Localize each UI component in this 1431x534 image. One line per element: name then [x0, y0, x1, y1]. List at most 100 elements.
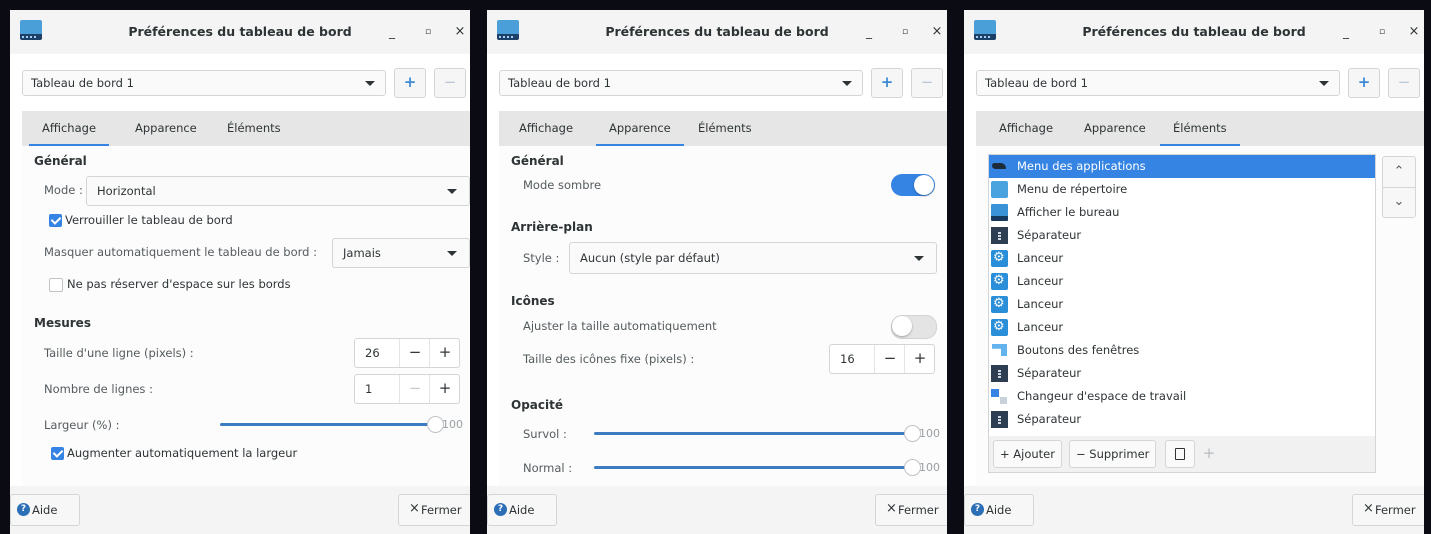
tab-appearance[interactable]: Apparence — [596, 121, 684, 147]
help-button[interactable]: ? Aide — [487, 494, 557, 526]
background-style-dropdown[interactable]: Aucun (style par défaut) — [569, 242, 937, 274]
add-launcher-icon[interactable]: + — [1195, 440, 1223, 466]
separator-icon — [991, 411, 1008, 428]
tab-appearance[interactable]: Apparence — [1081, 121, 1149, 135]
list-item[interactable]: Menu de répertoire — [989, 178, 1375, 201]
decrement-button[interactable]: − — [399, 339, 430, 367]
list-item[interactable]: Afficher le bureau — [989, 201, 1375, 224]
list-item[interactable]: Séparateur — [989, 224, 1375, 247]
add-item-button[interactable]: + Ajouter — [993, 440, 1062, 468]
no-reserve-space-checkbox[interactable] — [49, 278, 63, 292]
list-item[interactable]: Lanceur — [989, 270, 1375, 293]
row-size-spinner[interactable]: 26 − + — [354, 338, 460, 368]
close-window-button[interactable]: × — [927, 23, 947, 41]
auto-size-toggle[interactable] — [891, 315, 937, 339]
autohide-dropdown[interactable]: Jamais — [332, 238, 470, 268]
titlebar: Préférences du tableau de bord _ ▫ × — [964, 10, 1424, 54]
items-toolbar: + Ajouter − Supprimer + — [988, 436, 1376, 473]
close-window-button[interactable]: × — [450, 23, 470, 41]
close-label: Fermer — [1375, 503, 1416, 517]
tab-items[interactable]: Éléments — [1160, 121, 1240, 147]
increment-button[interactable]: + — [429, 375, 460, 403]
close-button[interactable]: × Fermer — [398, 494, 470, 526]
launcher-icon — [991, 249, 1008, 267]
dialog-footer: ? Aide × Fermer — [487, 486, 947, 534]
close-button[interactable]: × Fermer — [875, 494, 947, 526]
minimize-button[interactable]: _ — [1336, 23, 1356, 41]
rows-count-spinner[interactable]: 1 − + — [354, 374, 460, 404]
tab-display[interactable]: Affichage — [996, 121, 1056, 135]
width-value: 100 — [442, 418, 463, 431]
close-window-button[interactable]: × — [1404, 23, 1424, 41]
minimize-button[interactable]: _ — [859, 23, 879, 41]
panel-selector-value: Tableau de bord 1 — [508, 76, 611, 90]
list-item[interactable]: Changeur d'espace de travail — [989, 385, 1375, 408]
help-button[interactable]: ? Aide — [10, 494, 80, 526]
list-item[interactable]: Séparateur — [989, 408, 1375, 431]
remove-panel-button[interactable]: − — [911, 68, 943, 98]
move-up-button[interactable]: ⌃ — [1383, 157, 1415, 188]
auto-width-checkbox[interactable] — [51, 447, 64, 460]
panel-preferences-window-appearance: Préférences du tableau de bord _ ▫ × Tab… — [487, 10, 947, 534]
item-preferences-icon[interactable] — [1165, 440, 1195, 468]
workspace-switcher-icon — [991, 388, 1008, 405]
decrement-button[interactable]: − — [874, 345, 905, 373]
increment-button[interactable]: + — [904, 345, 935, 373]
list-item[interactable]: Séparateur — [989, 362, 1375, 385]
add-panel-button[interactable]: + — [871, 68, 903, 98]
separator-icon — [991, 227, 1008, 244]
list-item-label: Menu des applications — [1017, 159, 1146, 173]
dark-mode-label: Mode sombre — [523, 178, 602, 192]
panel-selector[interactable]: Tableau de bord 1 — [976, 70, 1340, 96]
close-button[interactable]: × Fermer — [1352, 494, 1424, 526]
list-item[interactable]: Boutons des fenêtres — [989, 339, 1375, 362]
maximize-button[interactable]: ▫ — [1372, 23, 1392, 41]
decrement-button[interactable]: − — [399, 375, 430, 403]
tab-display[interactable]: Affichage — [28, 121, 110, 147]
app-menu-icon — [991, 158, 1008, 175]
tab-items[interactable]: Éléments — [695, 121, 755, 135]
list-item-label: Lanceur — [1017, 274, 1064, 288]
dialog-footer: ? Aide × Fermer — [964, 486, 1424, 534]
panel-selector[interactable]: Tableau de bord 1 — [499, 70, 863, 96]
tab-appearance[interactable]: Apparence — [132, 121, 200, 135]
panel-selector[interactable]: Tableau de bord 1 — [22, 70, 386, 96]
launcher-icon — [991, 272, 1008, 290]
toggle-knob — [914, 175, 934, 195]
list-item[interactable]: Menu des applications — [989, 155, 1375, 178]
mode-dropdown[interactable]: Horizontal — [86, 176, 470, 206]
list-item[interactable]: Lanceur — [989, 247, 1375, 270]
remove-item-button[interactable]: − Supprimer — [1069, 440, 1157, 468]
list-item-label: Changeur d'espace de travail — [1017, 389, 1187, 403]
increment-button[interactable]: + — [429, 339, 460, 367]
hover-opacity-slider-track[interactable] — [594, 432, 906, 435]
list-item-label: Menu de répertoire — [1017, 182, 1128, 196]
titlebar: Préférences du tableau de bord _ ▫ × — [487, 10, 947, 54]
rows-count-label: Nombre de lignes : — [44, 382, 153, 396]
list-item[interactable]: Lanceur — [989, 293, 1375, 316]
list-item[interactable]: Lanceur — [989, 316, 1375, 339]
dialog-footer: ? Aide × Fermer — [10, 486, 470, 534]
mode-value: Horizontal — [97, 184, 156, 198]
panel-preferences-window-display: Préférences du tableau de bord _ ▫ × Tab… — [10, 10, 470, 534]
width-slider-track[interactable] — [220, 423, 430, 426]
remove-panel-button[interactable]: − — [1388, 68, 1420, 98]
lock-panel-checkbox[interactable] — [49, 214, 62, 227]
dark-mode-toggle[interactable] — [891, 174, 935, 196]
move-down-button[interactable]: ⌄ — [1383, 187, 1415, 217]
help-button[interactable]: ? Aide — [964, 494, 1034, 526]
folder-icon — [991, 181, 1008, 198]
tab-items[interactable]: Éléments — [224, 121, 284, 135]
add-panel-button[interactable]: + — [394, 68, 426, 98]
normal-opacity-slider-track[interactable] — [594, 466, 906, 469]
rows-count-value: 1 — [365, 382, 373, 396]
chevron-down-icon — [1319, 81, 1329, 86]
fixed-icon-size-spinner[interactable]: 16 − + — [829, 344, 935, 374]
maximize-button[interactable]: ▫ — [418, 23, 438, 41]
add-panel-button[interactable]: + — [1348, 68, 1380, 98]
remove-panel-button[interactable]: − — [434, 68, 466, 98]
minimize-button[interactable]: _ — [382, 23, 402, 41]
maximize-button[interactable]: ▫ — [895, 23, 915, 41]
tab-display[interactable]: Affichage — [516, 121, 576, 135]
chevron-down-icon — [447, 251, 457, 256]
